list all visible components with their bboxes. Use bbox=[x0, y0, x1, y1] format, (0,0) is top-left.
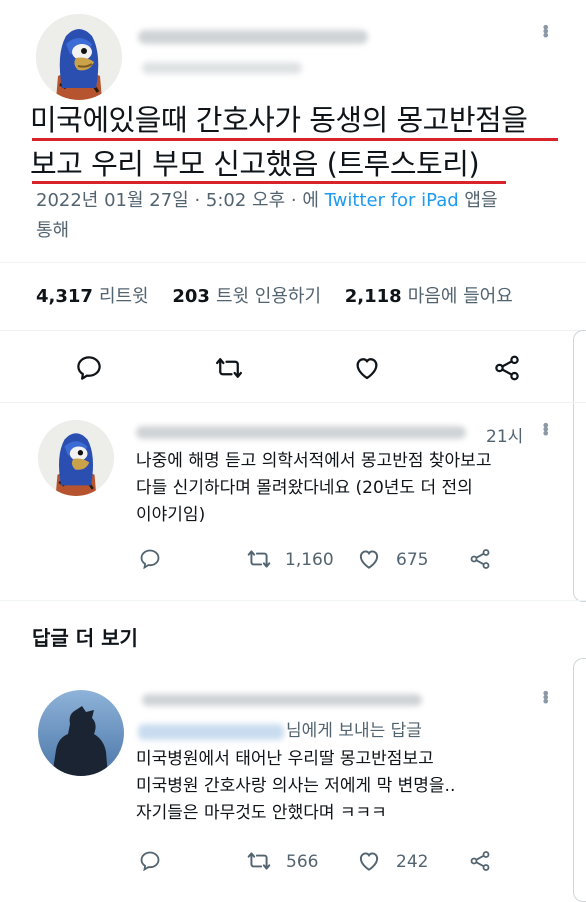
reply-text: 미국병원에서 태어난 우리딸 몽고반점보고 미국병원 간호사랑 의사는 저에게 … bbox=[136, 749, 456, 823]
tweet-text: 미국에있을때 간호사가 동생의 몽고반점을 보고 우리 부모 신고했음 (트루스… bbox=[30, 98, 570, 186]
retweet-button[interactable] bbox=[212, 352, 246, 384]
source-link[interactable]: Twitter for iPad bbox=[325, 190, 459, 211]
more-replies-heading: 답글 더 보기 bbox=[32, 626, 138, 650]
replying-to-handle-blurred[interactable] bbox=[138, 724, 284, 740]
display-name-blurred[interactable] bbox=[138, 30, 368, 44]
replying-to-label: 님에게 보내는 답글 bbox=[286, 721, 422, 741]
reply-icon bbox=[140, 549, 160, 570]
retweet-button[interactable] bbox=[244, 544, 274, 574]
like-count[interactable]: 2,118 마음에 들어요 bbox=[345, 286, 513, 307]
like-icon bbox=[359, 550, 379, 569]
scroll-edge bbox=[573, 658, 586, 902]
divider bbox=[0, 600, 586, 601]
retweet-icon bbox=[216, 358, 242, 378]
timestamp[interactable]: 2022년 01월 27일 · 5:02 오후 · 에 bbox=[36, 190, 325, 211]
like-count: 242 bbox=[396, 852, 429, 872]
like-button[interactable] bbox=[350, 352, 384, 384]
avatar[interactable] bbox=[38, 420, 114, 496]
more-options-icon[interactable]: • • • bbox=[541, 686, 550, 710]
reply-icon bbox=[77, 356, 101, 380]
reply-text: 나중에 해명 듣고 의학서적에서 몽고반점 찾아보고 다들 신기하다며 몰려왔다… bbox=[136, 451, 492, 525]
underline-mark bbox=[32, 181, 506, 184]
display-name-blurred[interactable] bbox=[142, 694, 422, 706]
bird-costume-icon bbox=[36, 14, 122, 100]
retweet-icon bbox=[247, 852, 271, 870]
scroll-edge bbox=[573, 330, 586, 602]
share-icon bbox=[470, 549, 490, 569]
tweet-stats: 4,317 리트윗 203 트윗 인용하기 2,118 마음에 들어요 bbox=[36, 282, 513, 308]
more-options-icon[interactable]: • • • bbox=[541, 418, 550, 442]
display-name-blurred[interactable] bbox=[136, 426, 466, 439]
bird-costume-icon bbox=[38, 420, 114, 496]
share-button[interactable] bbox=[466, 846, 494, 876]
share-icon bbox=[495, 355, 519, 381]
retweet-count: 1,160 bbox=[285, 550, 334, 570]
tweet-text-line2: 보고 우리 부모 신고했음 (트루스토리) bbox=[30, 147, 480, 181]
reply-time[interactable]: 21시 bbox=[486, 422, 523, 447]
avatar[interactable] bbox=[36, 14, 122, 100]
avatar[interactable] bbox=[38, 690, 124, 776]
share-button[interactable] bbox=[490, 352, 524, 384]
retweet-icon bbox=[247, 550, 271, 568]
underline-mark bbox=[32, 138, 558, 141]
share-icon bbox=[470, 851, 490, 871]
retweet-button[interactable] bbox=[244, 846, 274, 876]
like-button[interactable] bbox=[354, 544, 384, 574]
like-count: 675 bbox=[396, 550, 429, 570]
like-icon bbox=[359, 852, 379, 871]
silhouette-avatar-icon bbox=[38, 690, 124, 776]
divider bbox=[0, 262, 586, 263]
reply-icon bbox=[140, 851, 160, 872]
reply-button[interactable] bbox=[72, 352, 106, 384]
like-icon bbox=[356, 358, 378, 380]
divider bbox=[0, 402, 586, 403]
retweet-count: 566 bbox=[286, 852, 319, 872]
divider bbox=[0, 330, 586, 331]
tweet-meta: 2022년 01월 27일 · 5:02 오후 · 에 Twitter for … bbox=[36, 190, 498, 241]
retweet-count[interactable]: 4,317 리트윗 bbox=[36, 286, 149, 307]
reply-button[interactable] bbox=[136, 544, 164, 574]
quote-count[interactable]: 203 트윗 인용하기 bbox=[172, 286, 321, 307]
like-button[interactable] bbox=[354, 846, 384, 876]
handle-blurred[interactable] bbox=[142, 62, 302, 74]
tweet-text-line1: 미국에있을때 간호사가 동생의 몽고반점을 bbox=[30, 103, 528, 137]
share-button[interactable] bbox=[466, 544, 494, 574]
more-options-icon[interactable]: • • • bbox=[541, 20, 550, 44]
reply-button[interactable] bbox=[136, 846, 164, 876]
